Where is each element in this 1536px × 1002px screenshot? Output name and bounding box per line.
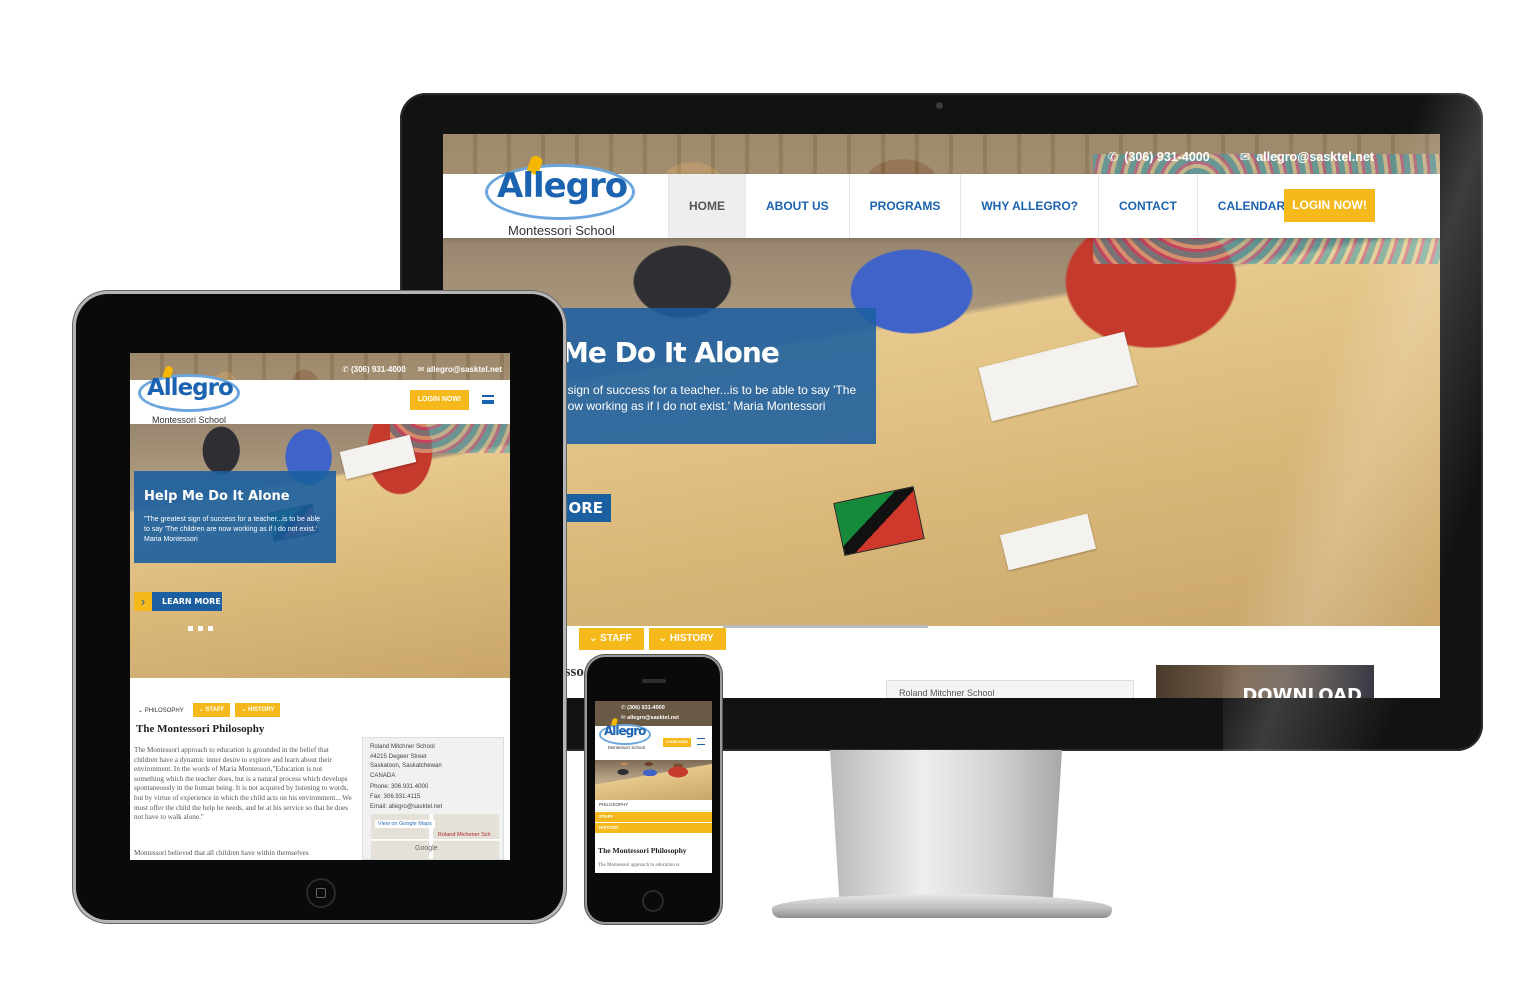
address-line: Roland Mitchner School [370,743,435,750]
slide-title: Help Me Do It Alone [144,489,290,504]
section-tabs: ⌄ STAFF ⌄ HISTORY [579,628,726,650]
logo-subtitle: Montessori School [608,745,646,750]
phone-icon: ✆ [1107,150,1119,164]
tablet-home-button [306,878,336,908]
tablet-device: ✆ (306) 931-4000 ✉ allegro@sasktel.net A… [76,294,563,920]
monitor-camera [936,102,943,109]
tab-history[interactable]: ⌄ HISTORY [648,628,726,650]
desktop-screen: ✆ (306) 931-4000 ✉ allegro@sasktel.net All… [443,134,1440,698]
nav-about-us[interactable]: ABOUT US [745,174,849,238]
email-contact[interactable]: ✉ allegro@sasktel.net [1240,149,1374,164]
download-label: DOWNLOAD [1242,685,1362,698]
tablet-navbar: Allegro Montessori School LOGIN NOW! [130,365,510,425]
address-fax: Fax: 306.931.4115 [370,792,421,800]
logo-word: Allegro [604,724,646,738]
address-lines: Roland Mitchner School #4215 Degeer Stre… [370,742,442,811]
nav-home[interactable]: HOME [668,174,745,238]
philosophy-heading: The Montessori Philosophy [598,846,687,855]
learn-more-label: LEARN MORE [162,597,221,606]
chevron-down-icon: ⌄ [138,707,145,714]
logo-word: Allegro [147,375,234,401]
monitor-stand-base [772,894,1112,918]
hamburger-menu-icon[interactable] [482,395,494,404]
slide-title: Me Do It Alone [561,336,780,369]
chevron-down-icon: ⌄ [589,633,601,644]
google-logo: Google [415,845,438,852]
phone-screen: ✆ (306) 931-4000 ✉ allegro@sasktel.net A… [595,701,712,873]
logo-subtitle: Montessori School [152,415,227,425]
slider-dot[interactable] [208,626,213,631]
envelope-icon: ✉ [417,365,427,374]
logo-subtitle: Montessori School [508,223,615,238]
tab-philosophy[interactable]: PHILOSOPHY [595,800,712,811]
tab-staff[interactable]: ⌄ STAFF [192,703,231,717]
phone-contact[interactable]: ✆ (306) 931-4000 [621,705,665,711]
phone-contact[interactable]: ✆ (306) 931-4000 [342,365,406,374]
tab-history[interactable]: ⌄ HISTORY [235,703,281,717]
address-text: Roland Mitchner School [899,688,995,698]
login-button[interactable]: LOGIN NOW! [1284,189,1375,222]
chevron-down-icon: ⌄ [658,633,670,644]
phone-contact[interactable]: ✆ (306) 931-4000 [1108,149,1210,164]
section-tabs: ⌄ PHILOSOPHY ⌄ STAFF ⌄ HISTORY [138,703,281,717]
hamburger-menu-icon[interactable] [697,738,705,745]
slide-quote: "The greatest sign of success for a teac… [144,516,321,543]
slider-dot[interactable] [198,626,203,631]
slide-caption: Help Me Do It Alone "The greatest sign o… [134,471,336,563]
login-button[interactable]: LOGIN NOW! [410,390,469,410]
site-logo[interactable]: Allegro Montessori School [138,362,248,426]
chevron-down-icon: ⌄ [241,707,249,713]
section-tabs: PHILOSOPHY STAFF HISTORY [595,800,712,833]
address-card: Roland Mitchner School #4215 Degeer Stre… [362,737,504,860]
slider-scrollbar[interactable] [723,625,928,628]
philosophy-text: The Montessori approach to education is [598,863,680,868]
tab-staff[interactable]: STAFF [595,812,712,822]
phone-device: ✆ (306) 931-4000 ✉ allegro@sasktel.net A… [587,657,720,922]
nav-menu: HOME ABOUT US PROGRAMS WHY ALLEGRO? CONT… [668,174,1305,238]
tab-staff[interactable]: ⌄ STAFF [579,628,644,650]
chevron-right-icon: › [134,592,152,611]
envelope-icon: ✉ [1239,150,1251,164]
phone-speaker [642,679,666,683]
address-box: Roland Mitchner School [886,680,1134,698]
tab-philosophy[interactable]: ⌄ PHILOSOPHY [138,707,188,714]
address-email[interactable]: Email: allegro@sasktel.net [370,802,442,812]
address-line: CANADA [370,771,396,779]
tab-history[interactable]: HISTORY [595,823,712,833]
logo-word: Allegro [497,166,628,206]
address-line: #4215 Degeer Street [370,752,427,760]
phone-hero-image [595,760,712,800]
login-button[interactable]: LOGIN NOW! [663,738,691,747]
philosophy-heading: The Montessori Philosophy [136,723,265,735]
tablet-screen: ✆ (306) 931-4000 ✉ allegro@sasktel.net A… [130,353,510,860]
philosophy-text: The Montessori approach to education is … [134,746,352,822]
tablet-contact-bar: ✆ (306) 931-4000 ✉ allegro@sasktel.net [342,365,502,374]
download-banner[interactable]: DOWNLOAD [1156,665,1374,698]
monitor-stand [830,750,1062,900]
main-navbar: Allegro Montessori School HOME ABOUT US … [443,154,1440,238]
email-contact[interactable]: ✉ allegro@sasktel.net [418,365,502,374]
top-contact-bar: ✆ (306) 931-4000 ✉ allegro@sasktel.net [1108,149,1374,164]
address-phone: Phone: 306.931.4000 [370,783,429,791]
nav-contact[interactable]: CONTACT [1098,174,1197,238]
site-logo[interactable]: Allegro Montessori School [599,717,659,758]
nav-why-allegro[interactable]: WHY ALLEGRO? [960,174,1098,238]
phone-home-button [642,890,664,912]
view-on-google-maps-link[interactable]: View on Google Maps [375,820,435,828]
phone-navbar: Allegro Montessori School LOGIN NOW! [595,717,712,760]
address-line: Saskatoon, Saskatchewan [370,762,442,770]
slider-dot[interactable] [188,626,193,631]
learn-more-button[interactable]: › LEARN MORE [134,592,222,611]
site-logo[interactable]: Allegro Montessori School [483,144,643,239]
philosophy-text-continued: Montessori believed that all children ha… [134,849,309,857]
slider-dots [188,626,213,631]
phone-icon: ✆ [342,365,351,374]
slide-quote: t sign of success for a teacher...is to … [561,383,857,413]
nav-programs[interactable]: PROGRAMS [848,174,961,238]
map-pin-label: Roland Michener Sch [438,832,491,838]
